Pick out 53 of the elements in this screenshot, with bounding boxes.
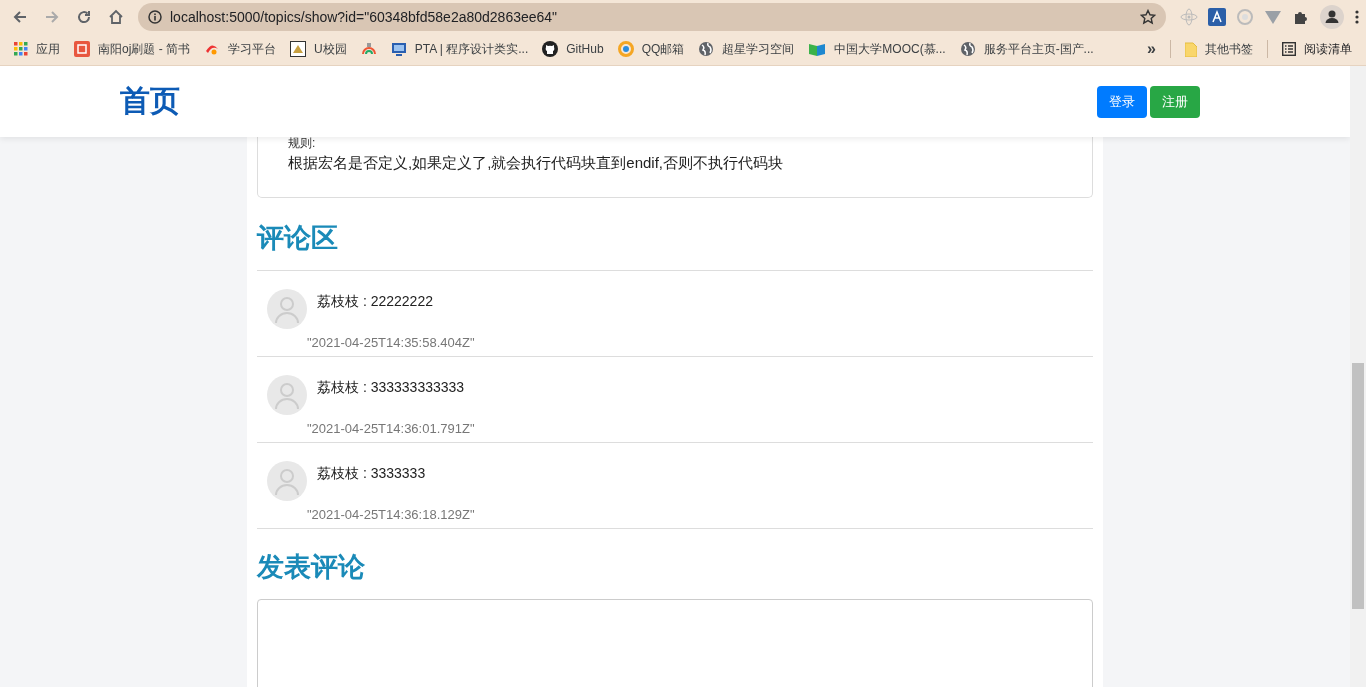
square-logo-icon: [74, 41, 90, 57]
section-heading: 发表评论: [257, 551, 366, 584]
site-logo-title[interactable]: 首页: [120, 81, 1094, 122]
bookmark-link[interactable]: 超星学习空间: [692, 37, 801, 61]
globe-icon: [959, 41, 976, 57]
bookmark-folder[interactable]: 其他书签: [1179, 37, 1259, 61]
home-icon: [108, 8, 124, 25]
comment-input-field[interactable]: [257, 599, 1093, 687]
bookmark-link[interactable]: 南阳oj刷题 - 简书: [68, 37, 196, 61]
bookmark-link[interactable]: 学习平台: [198, 37, 282, 61]
rainbow-logo-icon: [360, 41, 377, 57]
scrollbar[interactable]: [1350, 66, 1366, 687]
framed-logo-icon: [290, 41, 306, 57]
comment-text: 荔枝枝 : 333333333333: [317, 379, 465, 397]
book-logo-icon: [808, 41, 827, 57]
monitor-logo-icon: [390, 41, 407, 57]
label-text: 规则:: [288, 136, 317, 150]
comment-timestamp: "2021-04-25T14:36:18.129Z": [307, 507, 475, 522]
comment-text: 荔枝枝 : 3333333: [317, 465, 426, 483]
avatar-icon: [267, 289, 307, 329]
menu-icon[interactable]: [1354, 8, 1360, 25]
bookmark-link[interactable]: GitHub: [536, 38, 610, 60]
apps-grid-icon: [14, 42, 28, 56]
section-heading: 评论区: [257, 222, 339, 255]
bookmark-link[interactable]: 中国大学MOOC(慕...: [802, 37, 952, 61]
comment-timestamp: "2021-04-25T14:36:01.791Z": [307, 421, 475, 436]
github-logo-icon: [542, 41, 559, 57]
url-text: localhost:5000/topics/show?id="60348bfd58e2a80d2863ee64": [170, 8, 559, 25]
bookmark-link[interactable]: U校园: [284, 37, 353, 61]
address-bar[interactable]: localhost:5000/topics/show?id="60348bfd58e2a80d2863ee64": [138, 2, 1166, 31]
bookmark-link[interactable]: 服务平台主页-国产...: [953, 37, 1100, 61]
topic-text: 根据宏名是否定义,如果定义了,就会执行代码块直到endif,否则不执行代码块: [288, 153, 785, 173]
list-icon: [1282, 42, 1296, 56]
avatar-icon: [267, 375, 307, 415]
folder-icon: [1185, 41, 1197, 57]
avatar-icon: [267, 461, 307, 501]
bookmark-link[interactable]: 应用: [8, 37, 66, 61]
star-icon[interactable]: [1140, 8, 1156, 25]
comment-timestamp: "2021-04-25T14:35:58.404Z": [307, 335, 475, 350]
comment-text: 荔枝枝 : 22222222: [317, 293, 433, 311]
reload-icon: [76, 8, 92, 25]
reading-list-button[interactable]: 阅读清单: [1276, 37, 1358, 61]
profile-avatar-icon[interactable]: [1320, 4, 1344, 29]
forward-arrow-icon: [44, 8, 60, 25]
letter-tile-icon[interactable]: [1208, 7, 1226, 26]
more-bookmarks-button[interactable]: »: [1141, 37, 1162, 61]
bookmark-link[interactable]: PTA | 程序设计类实...: [384, 37, 535, 61]
back-arrow-icon: [12, 8, 28, 25]
login-button[interactable]: 登录: [1097, 85, 1147, 118]
ring-logo-icon: [617, 41, 634, 57]
bookmark-link[interactable]: QQ邮箱: [611, 37, 691, 61]
info-icon: [148, 9, 162, 24]
globe-icon: [698, 41, 715, 57]
